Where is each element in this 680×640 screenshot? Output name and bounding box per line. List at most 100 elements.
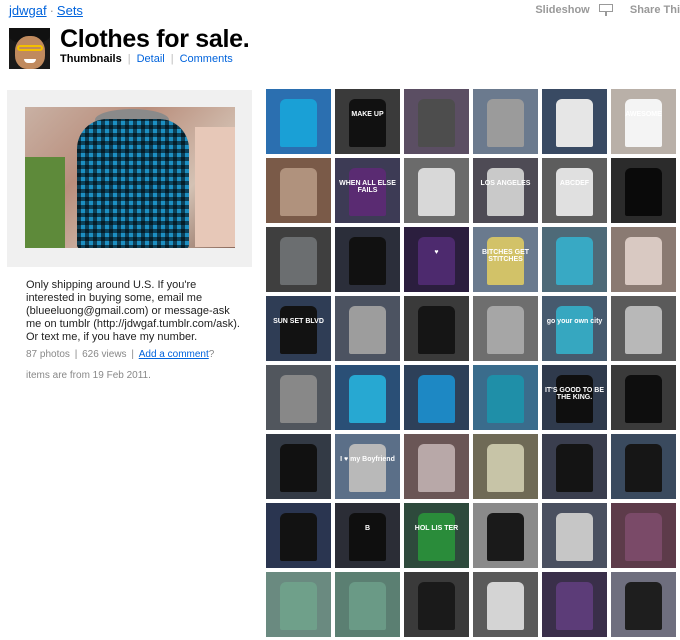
photo-thumbnail[interactable] xyxy=(542,572,607,637)
photo-thumbnail[interactable]: WHEN ALL ELSE FAILS xyxy=(335,158,400,223)
slideshow-link[interactable]: Slideshow xyxy=(535,4,589,16)
photo-thumbnail[interactable] xyxy=(611,296,676,361)
photo-thumbnail[interactable] xyxy=(266,365,331,430)
photo-thumbnail[interactable] xyxy=(266,89,331,154)
photo-thumbnail[interactable] xyxy=(404,434,469,499)
add-comment-link[interactable]: Add a comment xyxy=(139,349,209,360)
photo-thumbnail[interactable] xyxy=(266,503,331,568)
sets-link[interactable]: Sets xyxy=(57,3,83,18)
garment xyxy=(280,237,317,285)
photo-thumbnail[interactable] xyxy=(611,572,676,637)
photo-thumbnail[interactable] xyxy=(335,227,400,292)
garment-print: LOS ANGELES xyxy=(480,180,531,187)
photo-thumbnail[interactable] xyxy=(611,158,676,223)
set-cover-panel xyxy=(7,90,252,267)
garment xyxy=(556,168,593,216)
photo-thumbnail[interactable] xyxy=(266,227,331,292)
photo-thumbnail[interactable] xyxy=(404,158,469,223)
photo-thumbnail[interactable] xyxy=(611,503,676,568)
garment xyxy=(625,375,662,423)
garment xyxy=(625,444,662,492)
photo-thumbnail[interactable]: SUN SET BLVD xyxy=(266,296,331,361)
garment xyxy=(280,375,317,423)
garment xyxy=(280,99,317,147)
garment xyxy=(280,306,317,354)
garment-print: go your own city xyxy=(546,318,603,325)
tab-comments[interactable]: Comments xyxy=(180,53,233,65)
garment xyxy=(280,444,317,492)
garment-print: AWESOME xyxy=(625,111,662,118)
garment xyxy=(349,237,386,285)
garment-print: ♥ xyxy=(434,249,439,256)
photo-thumbnail[interactable] xyxy=(266,572,331,637)
garment xyxy=(556,582,593,630)
garment-print: IT'S GOOD TO BE THE KING. xyxy=(544,387,605,401)
garment xyxy=(625,582,662,630)
photo-thumbnail[interactable] xyxy=(404,572,469,637)
garment xyxy=(625,237,662,285)
garment xyxy=(487,444,524,492)
garment xyxy=(349,306,386,354)
photo-thumbnail[interactable] xyxy=(335,365,400,430)
photo-thumbnail[interactable] xyxy=(473,296,538,361)
photo-thumbnail[interactable]: IT'S GOOD TO BE THE KING. xyxy=(542,365,607,430)
photo-thumbnail[interactable]: go your own city xyxy=(542,296,607,361)
photo-thumbnail[interactable] xyxy=(473,503,538,568)
garment xyxy=(556,99,593,147)
thumbnail-grid: MAKE UP AWESOME WHEN ALL ELSE FAILS LOS ANG… xyxy=(266,89,680,640)
share-link[interactable]: Share Thi xyxy=(630,4,680,16)
photo-thumbnail[interactable] xyxy=(611,365,676,430)
slideshow-icon[interactable] xyxy=(598,4,613,17)
photo-thumbnail[interactable] xyxy=(404,296,469,361)
photo-thumbnail[interactable]: LOS ANGELES xyxy=(473,158,538,223)
garment xyxy=(625,99,662,147)
photo-thumbnail[interactable]: BITCHES GET STITCHES xyxy=(473,227,538,292)
garment xyxy=(418,375,455,423)
garment xyxy=(625,306,662,354)
photo-thumbnail[interactable] xyxy=(335,296,400,361)
breadcrumb: jdwgaf · Sets xyxy=(9,3,83,18)
photo-thumbnail[interactable]: ♥ xyxy=(404,227,469,292)
garment xyxy=(556,237,593,285)
photo-thumbnail[interactable] xyxy=(404,365,469,430)
garment xyxy=(349,582,386,630)
garment xyxy=(349,99,386,147)
garment xyxy=(349,513,386,561)
photo-thumbnail[interactable]: I ♥ my Boyfriend xyxy=(335,434,400,499)
garment-print: B xyxy=(364,525,371,532)
breadcrumb-separator: · xyxy=(49,3,54,18)
photo-thumbnail[interactable] xyxy=(542,434,607,499)
garment-print: HOL LIS TER xyxy=(414,525,459,532)
photo-thumbnail[interactable] xyxy=(266,158,331,223)
garment xyxy=(280,513,317,561)
garment xyxy=(487,306,524,354)
garment-print: SUN SET BLVD xyxy=(273,318,324,325)
garment xyxy=(625,513,662,561)
user-link[interactable]: jdwgaf xyxy=(9,3,47,18)
photo-thumbnail[interactable] xyxy=(335,572,400,637)
photo-thumbnail[interactable]: AWESOME xyxy=(611,89,676,154)
tab-thumbnails[interactable]: Thumbnails xyxy=(60,53,122,65)
garment-print: I ♥ my Boyfriend xyxy=(340,456,395,463)
set-cover-photo[interactable] xyxy=(25,107,235,248)
tab-detail[interactable]: Detail xyxy=(137,53,165,65)
photo-thumbnail[interactable] xyxy=(266,434,331,499)
photo-thumbnail[interactable] xyxy=(473,365,538,430)
avatar[interactable] xyxy=(9,28,50,69)
photo-thumbnail[interactable] xyxy=(542,89,607,154)
garment-print: WHEN ALL ELSE FAILS xyxy=(339,180,396,194)
photo-thumbnail[interactable] xyxy=(473,572,538,637)
photo-thumbnail[interactable]: MAKE UP xyxy=(335,89,400,154)
photo-thumbnail[interactable]: HOL LIS TER xyxy=(404,503,469,568)
photo-thumbnail[interactable] xyxy=(542,503,607,568)
photo-thumbnail[interactable] xyxy=(404,89,469,154)
garment xyxy=(280,582,317,630)
photo-thumbnail[interactable] xyxy=(611,227,676,292)
photo-thumbnail[interactable] xyxy=(542,227,607,292)
photo-thumbnail[interactable] xyxy=(473,434,538,499)
photo-thumbnail[interactable] xyxy=(473,89,538,154)
photo-thumbnail[interactable]: ABCDEF xyxy=(542,158,607,223)
photo-thumbnail[interactable] xyxy=(611,434,676,499)
garment xyxy=(349,375,386,423)
photo-thumbnail[interactable]: B xyxy=(335,503,400,568)
